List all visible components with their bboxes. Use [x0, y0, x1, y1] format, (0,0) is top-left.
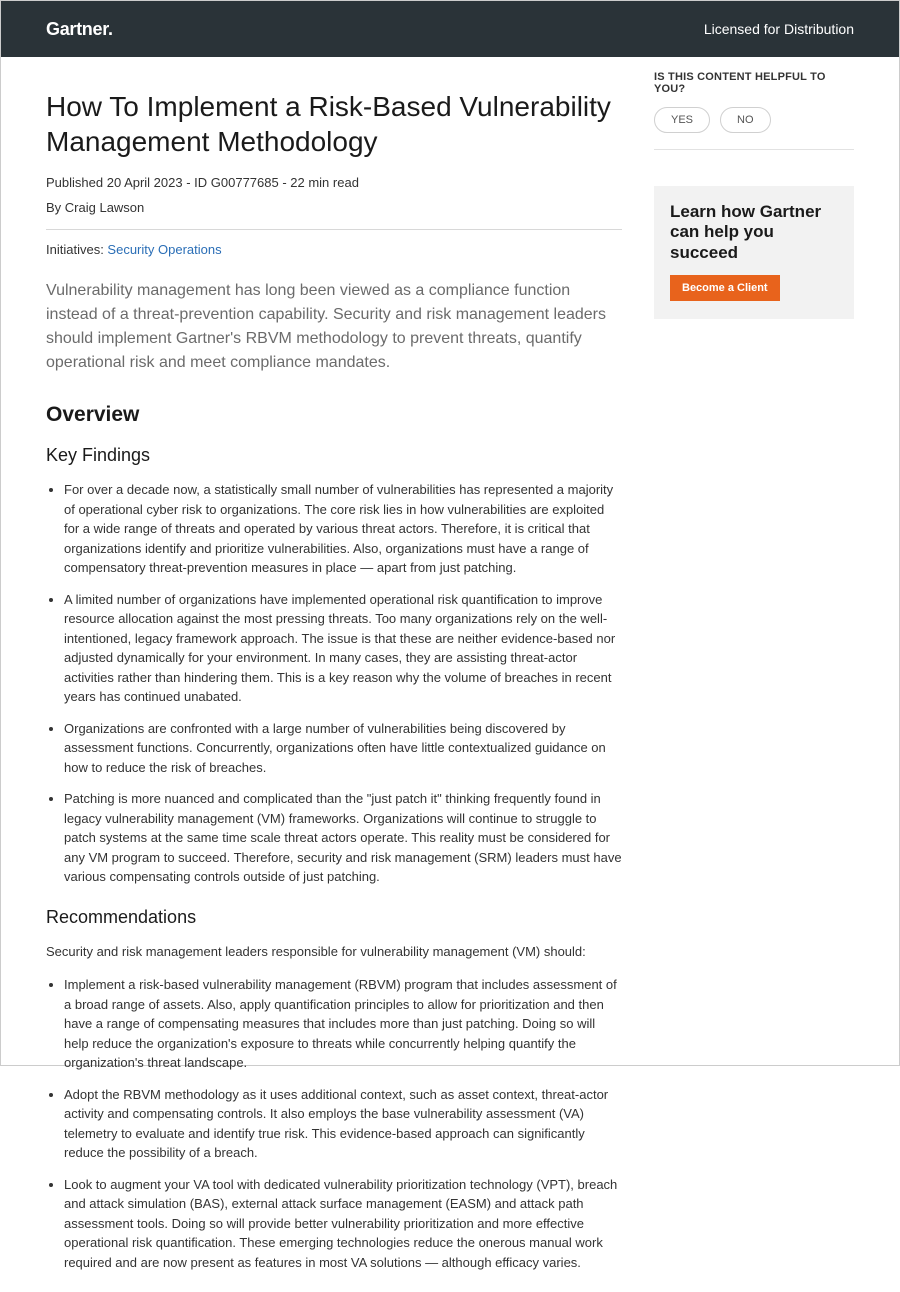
list-item: Implement a risk-based vulnerability man… — [64, 975, 622, 1073]
recommendations-heading: Recommendations — [46, 907, 622, 928]
layout: How To Implement a Risk-Based Vulnerabil… — [1, 57, 899, 1292]
vote-no-button[interactable]: NO — [720, 107, 771, 133]
divider — [46, 229, 622, 230]
brand-text: Gartner — [46, 19, 108, 39]
topbar: Gartner. Licensed for Distribution — [1, 1, 899, 57]
recommendations-lead: Security and risk management leaders res… — [46, 942, 622, 962]
list-item: Look to augment your VA tool with dedica… — [64, 1175, 622, 1273]
list-item: A limited number of organizations have i… — [64, 590, 622, 707]
list-item: Adopt the RBVM methodology as it uses ad… — [64, 1085, 622, 1163]
overview-heading: Overview — [46, 403, 622, 427]
list-item: For over a decade now, a statistically s… — [64, 480, 622, 578]
initiatives-link[interactable]: Security Operations — [107, 242, 221, 257]
list-item: Patching is more nuanced and complicated… — [64, 789, 622, 887]
licensed-label: Licensed for Distribution — [704, 21, 854, 37]
promo-title: Learn how Gartner can help you succeed — [670, 202, 838, 263]
helpful-label: IS THIS CONTENT HELPFUL TO YOU? — [654, 71, 854, 95]
article-author: By Craig Lawson — [46, 200, 622, 215]
recommendations-list: Implement a risk-based vulnerability man… — [46, 975, 622, 1272]
main-column: How To Implement a Risk-Based Vulnerabil… — [46, 69, 622, 1292]
list-item: Organizations are confronted with a larg… — [64, 719, 622, 778]
key-findings-list: For over a decade now, a statistically s… — [46, 480, 622, 887]
article-summary: Vulnerability management has long been v… — [46, 279, 622, 375]
vote-yes-button[interactable]: YES — [654, 107, 710, 133]
page-title: How To Implement a Risk-Based Vulnerabil… — [46, 89, 622, 159]
key-findings-heading: Key Findings — [46, 445, 622, 466]
vote-row: YES NO — [654, 107, 854, 133]
brand-dot: . — [108, 19, 113, 39]
sidebar-divider — [654, 149, 854, 150]
initiatives-row: Initiatives: Security Operations — [46, 242, 622, 257]
become-client-button[interactable]: Become a Client — [670, 275, 780, 301]
article-meta: Published 20 April 2023 - ID G00777685 -… — [46, 175, 622, 190]
initiatives-label: Initiatives: — [46, 242, 107, 257]
promo-box: Learn how Gartner can help you succeed B… — [654, 186, 854, 319]
sidebar: IS THIS CONTENT HELPFUL TO YOU? YES NO L… — [654, 69, 854, 1292]
brand-logo: Gartner. — [46, 19, 113, 40]
